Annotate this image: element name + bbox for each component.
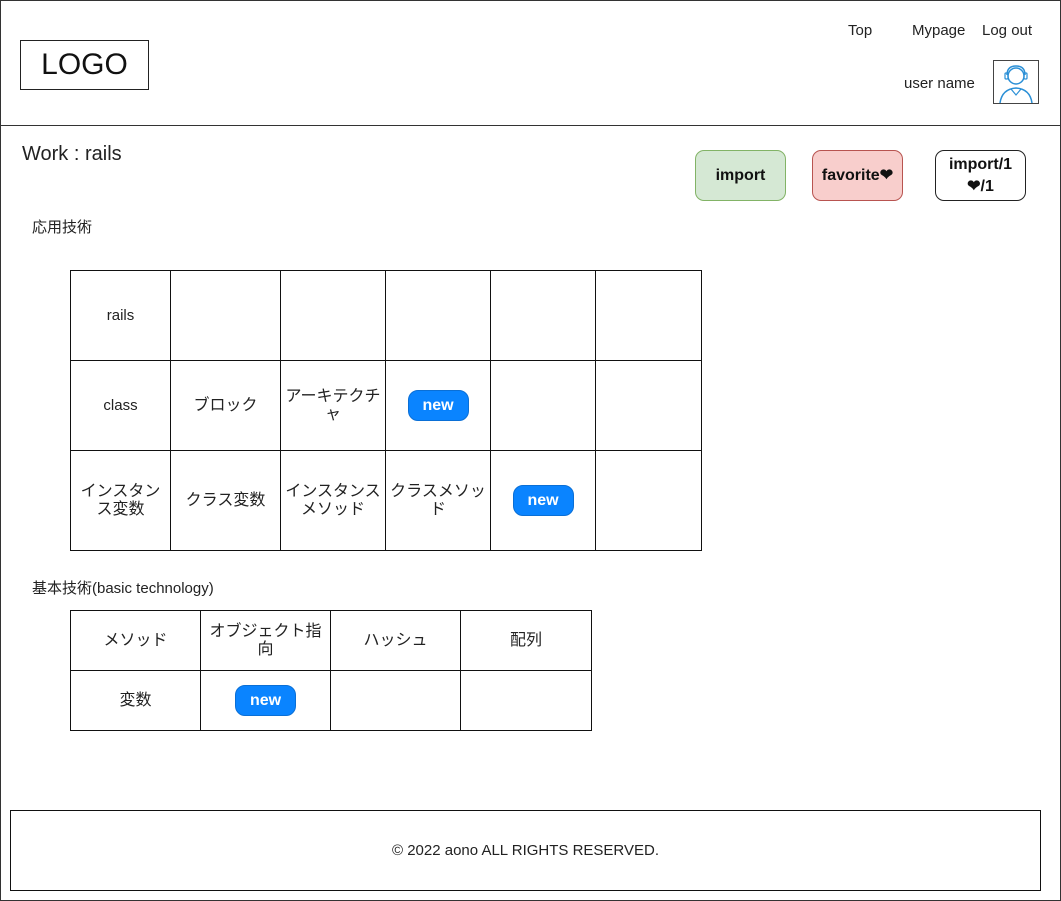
topic-cell (595, 450, 702, 551)
table-row: メソッド オブジェクト指向 ハッシュ 配列 (70, 610, 592, 671)
topic-cell[interactable]: ブロック (170, 360, 281, 451)
topic-cell: new (200, 670, 331, 731)
favorite-button[interactable]: favorite❤ (812, 150, 903, 201)
topic-cell[interactable]: インスタンスメソッド (280, 450, 386, 551)
topic-cell[interactable]: ハッシュ (330, 610, 461, 671)
header-divider (0, 125, 1061, 126)
new-button[interactable]: new (407, 390, 469, 421)
section-label-applied: 応用技術 (32, 219, 93, 236)
nav-top-link[interactable]: Top (848, 22, 872, 39)
table-row: インスタンス変数 クラス変数 インスタンスメソッド クラスメソッド new (70, 450, 702, 551)
table-row: rails (70, 270, 702, 361)
nav-logout-link[interactable]: Log out (982, 22, 1032, 39)
topic-cell (595, 270, 702, 361)
topic-cell[interactable]: インスタンス変数 (70, 450, 171, 551)
favorite-count: ❤/1 (967, 177, 994, 195)
topic-cell: new (385, 360, 491, 451)
nav-mypage-link[interactable]: Mypage (912, 22, 965, 39)
topic-cell (170, 270, 281, 361)
avatar[interactable] (993, 60, 1039, 104)
topic-cell (385, 270, 491, 361)
section-label-basic: 基本技術(basic technology) (32, 580, 214, 597)
copyright: © 2022 aono ALL RIGHTS RESERVED. (391, 842, 660, 859)
count-badge[interactable]: import/1 ❤/1 (935, 150, 1026, 201)
new-button[interactable]: new (512, 485, 574, 516)
topic-cell (280, 270, 386, 361)
topic-cell[interactable]: メソッド (70, 610, 201, 671)
topic-cell[interactable]: アーキテクチャ (280, 360, 386, 451)
topic-cell[interactable]: クラス変数 (170, 450, 281, 551)
topic-cell (330, 670, 461, 731)
import-button[interactable]: import (695, 150, 786, 201)
table-row: class ブロック アーキテクチャ new (70, 360, 702, 451)
applied-table: rails class ブロック アーキテクチャ new インスタンス変数 クラ… (70, 270, 702, 551)
import-count: import/1 (948, 155, 1013, 173)
topic-cell[interactable]: 変数 (70, 670, 201, 731)
user-name: user name (904, 75, 975, 92)
page-title: Work : rails (22, 143, 122, 165)
logo[interactable]: LOGO (20, 40, 149, 90)
new-button[interactable]: new (235, 685, 296, 716)
user-avatar-icon (999, 65, 1033, 103)
topic-cell[interactable]: オブジェクト指向 (200, 610, 331, 671)
topic-cell (490, 270, 596, 361)
topic-cell[interactable]: rails (70, 270, 171, 361)
table-row: 変数 new (70, 670, 592, 731)
topic-cell (460, 670, 592, 731)
topic-cell (595, 360, 702, 451)
topic-cell[interactable]: クラスメソッド (385, 450, 491, 551)
basic-table: メソッド オブジェクト指向 ハッシュ 配列 変数 new (70, 610, 592, 731)
topic-cell (490, 360, 596, 451)
topic-cell[interactable]: class (70, 360, 171, 451)
footer: © 2022 aono ALL RIGHTS RESERVED. (10, 810, 1041, 891)
topic-cell[interactable]: 配列 (460, 610, 592, 671)
topic-cell: new (490, 450, 596, 551)
